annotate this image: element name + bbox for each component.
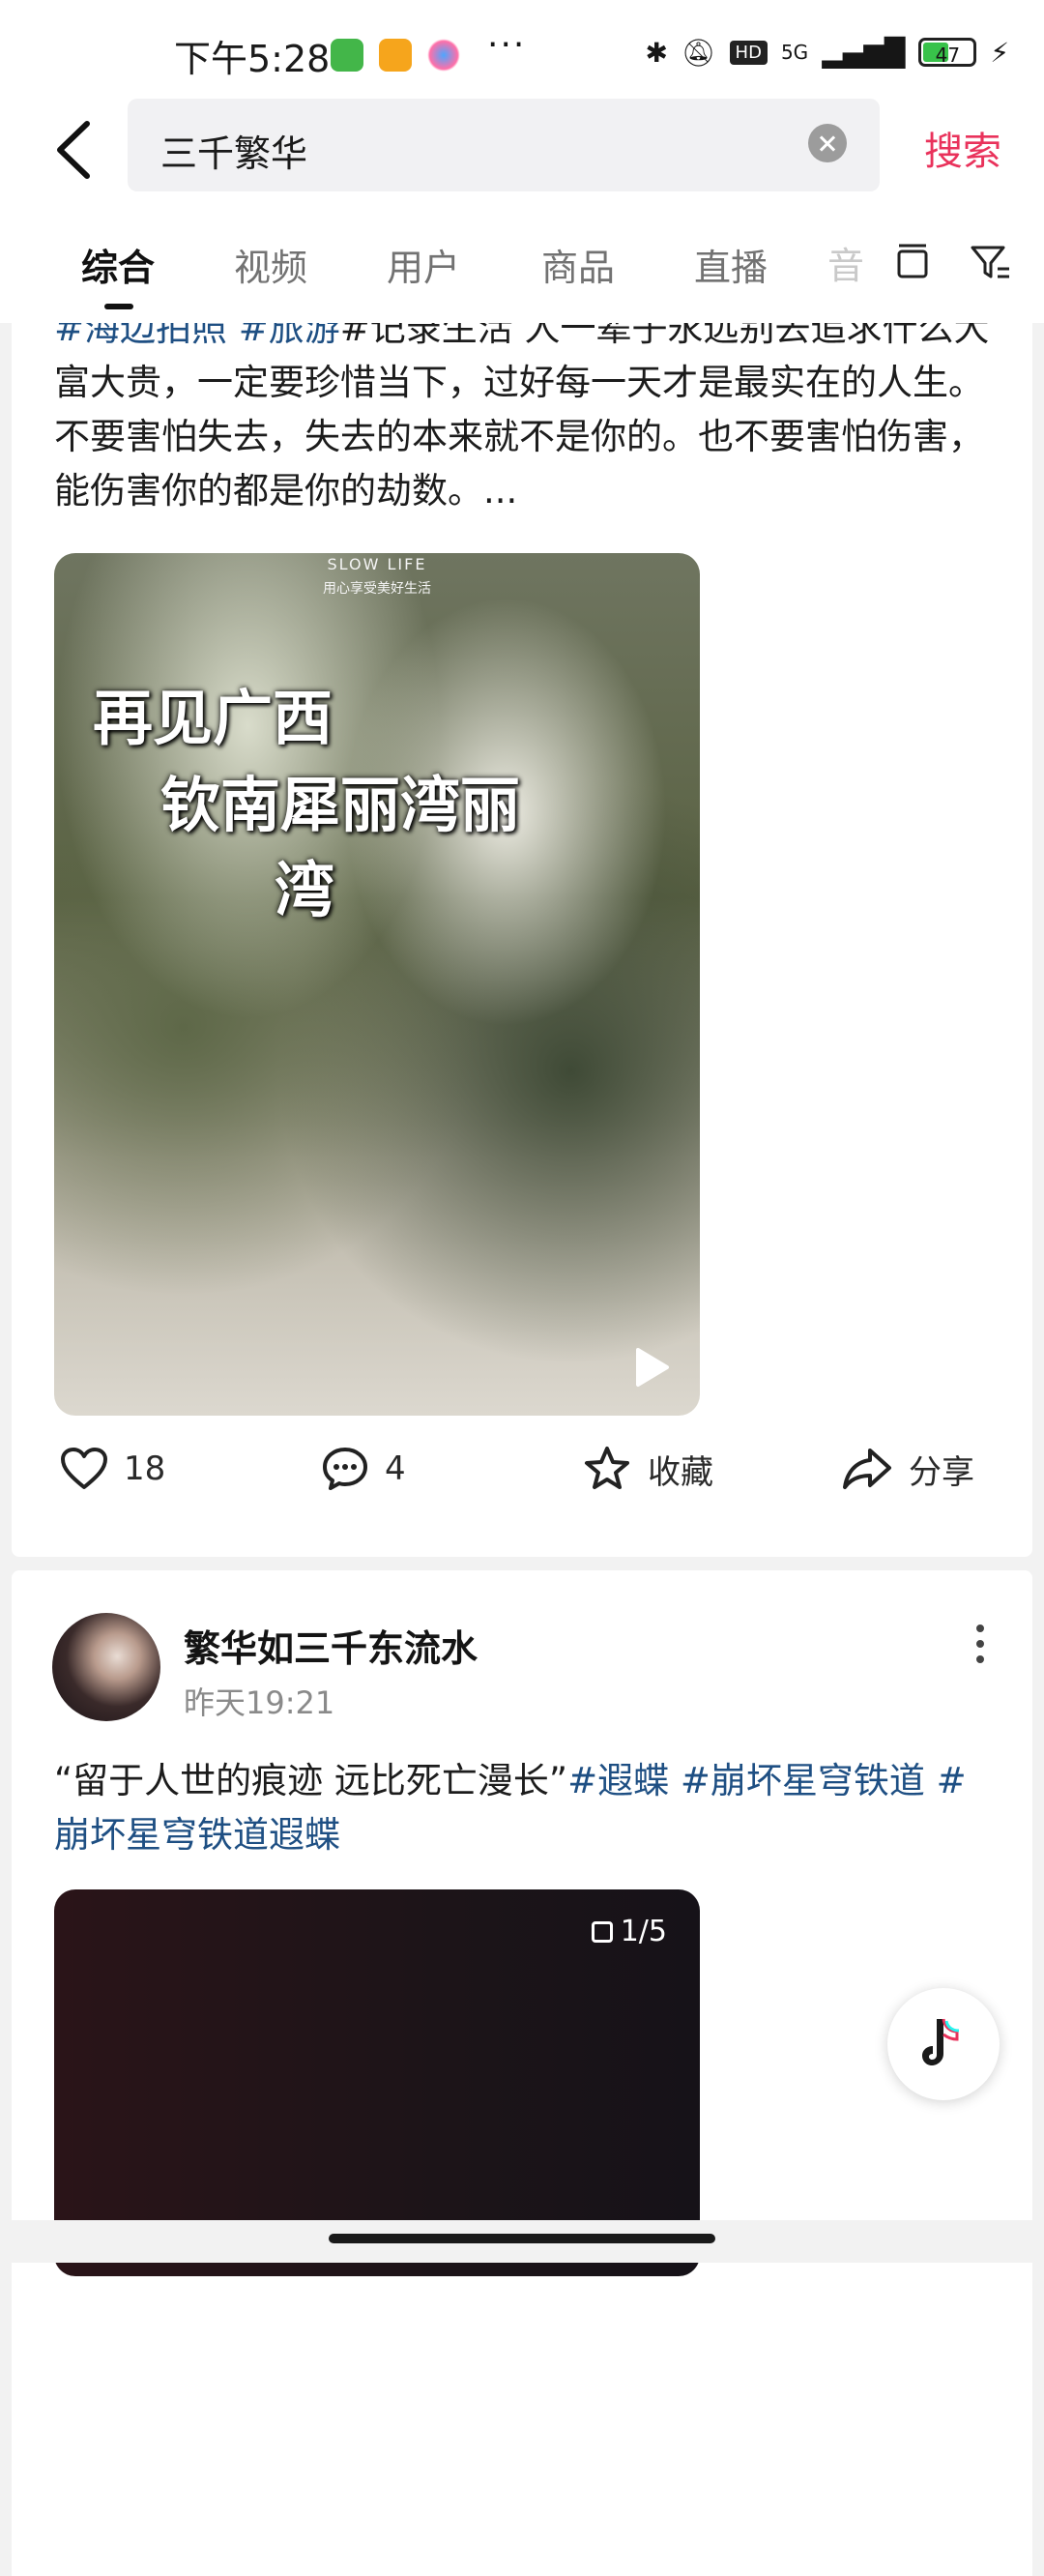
app-58-icon — [379, 39, 412, 72]
tab-user[interactable]: 用户 — [387, 238, 460, 291]
post-description[interactable]: #海边拍照 #旅游#记录生活 人一辈子永远别去追求什么大富大贵，一定要珍惜当下，… — [54, 323, 1001, 518]
back-icon[interactable] — [48, 116, 102, 184]
battery-icon: 47 — [918, 38, 977, 67]
search-button[interactable]: 搜索 — [924, 120, 1001, 176]
charging-icon: ⚡ — [990, 36, 1009, 69]
post-card[interactable]: #海边拍照 #旅游#记录生活 人一辈子永远别去追求什么大富大贵，一定要珍惜当下，… — [12, 323, 1032, 1557]
status-time: 下午5:28 — [174, 38, 331, 80]
like-button[interactable]: 18 — [60, 1416, 165, 1522]
post-description[interactable]: “留于人世的痕迹 远比死亡漫长”#遐蝶 #崩坏星穹铁道 #崩坏星穹铁道遐蝶 — [54, 1754, 1001, 1862]
post-text: #记录生活 人一辈子永远别去追求什么大富大贵，一定要珍惜当下，过好每一天才是最实… — [54, 323, 990, 512]
favorite-button[interactable]: 收藏 — [582, 1416, 713, 1522]
douyin-icon — [922, 2018, 960, 2065]
favorite-label: 收藏 — [648, 1452, 713, 1492]
bluetooth-icon: ✱ — [645, 36, 668, 69]
tab-all[interactable]: 综合 — [81, 238, 155, 291]
play-icon[interactable] — [632, 1346, 671, 1389]
overlay-text-line: 钦南犀丽湾丽 — [160, 770, 521, 840]
home-indicator[interactable] — [329, 2234, 715, 2243]
image-counter: 1/5 — [591, 1915, 667, 1948]
post-card[interactable]: 繁华如三千东流水 昨天19:21 “留于人世的痕迹 远比死亡漫长”#遐蝶 #崩坏… — [12, 1570, 1032, 2576]
search-input[interactable]: 三千繁华 — [128, 99, 880, 191]
comment-icon — [323, 1448, 367, 1490]
app-notification-icon — [331, 39, 363, 72]
overlay-text-line: 再见广西 — [93, 683, 334, 753]
hashtag[interactable]: #遐蝶 — [567, 1760, 669, 1801]
avatar[interactable] — [52, 1613, 160, 1721]
video-thumbnail[interactable]: SLOW LIFE 用心享受美好生活 再见广西 钦南犀丽湾丽 湾 — [54, 553, 700, 1416]
result-tabs: 综合 视频 用户 商品 直播 音 — [0, 209, 1044, 323]
share-icon — [843, 1449, 891, 1489]
like-count: 18 — [124, 1449, 166, 1488]
layout-toggle-icon[interactable] — [891, 242, 934, 284]
post-time: 昨天19:21 — [184, 1684, 335, 1721]
gallery-icon — [591, 1920, 613, 1943]
hashtag[interactable]: #崩坏星穹铁道 — [681, 1760, 925, 1801]
status-bar: 下午5:28 ··· ✱ 🔕︎ HD 5G ▂▄▆█ 47 ⚡ — [0, 0, 1044, 93]
clear-icon[interactable] — [808, 124, 847, 162]
mute-icon: 🔕︎ — [682, 36, 716, 69]
search-query[interactable]: 三千繁华 — [160, 124, 307, 177]
post-text: “留于人世的痕迹 远比死亡漫长” — [54, 1760, 568, 1801]
app-cloud-icon — [427, 39, 460, 72]
tab-video[interactable]: 视频 — [234, 238, 307, 291]
comment-button[interactable]: 4 — [321, 1416, 406, 1522]
tab-music[interactable]: 音 — [827, 236, 864, 289]
more-notifications-icon: ··· — [487, 25, 527, 65]
post-actions: 18 4 收藏 分享 — [12, 1416, 1032, 1522]
hashtag[interactable]: #旅游 — [239, 323, 340, 349]
heart-icon — [61, 1448, 107, 1489]
active-tab-indicator — [104, 304, 133, 309]
watermark-title: SLOW LIFE — [327, 555, 427, 573]
network-label: 5G — [780, 41, 809, 64]
overlay-text-line: 湾 — [275, 855, 335, 925]
watermark-subtitle: 用心享受美好生活 — [323, 581, 431, 597]
image-gallery[interactable]: 1/5 — [54, 1889, 700, 2276]
status-right: ✱ 🔕︎ HD 5G ▂▄▆█ 47 ⚡ — [646, 33, 1009, 72]
filter-icon[interactable] — [969, 242, 1011, 284]
comment-count: 4 — [385, 1449, 406, 1488]
author-name[interactable]: 繁华如三千东流水 — [184, 1619, 478, 1672]
share-button[interactable]: 分享 — [841, 1416, 974, 1522]
search-header: 三千繁华 搜索 — [0, 93, 1044, 209]
star-icon — [585, 1447, 629, 1489]
signal-icon: ▂▄▆█ — [822, 36, 906, 69]
hashtag[interactable]: #海边拍照 — [54, 323, 227, 349]
share-label: 分享 — [909, 1452, 974, 1492]
hd-icon: HD — [729, 40, 768, 65]
more-icon[interactable] — [974, 1625, 986, 1673]
tab-goods[interactable]: 商品 — [541, 238, 615, 291]
tab-live[interactable]: 直播 — [694, 238, 768, 291]
douyin-floating-button[interactable] — [887, 1988, 1000, 2100]
